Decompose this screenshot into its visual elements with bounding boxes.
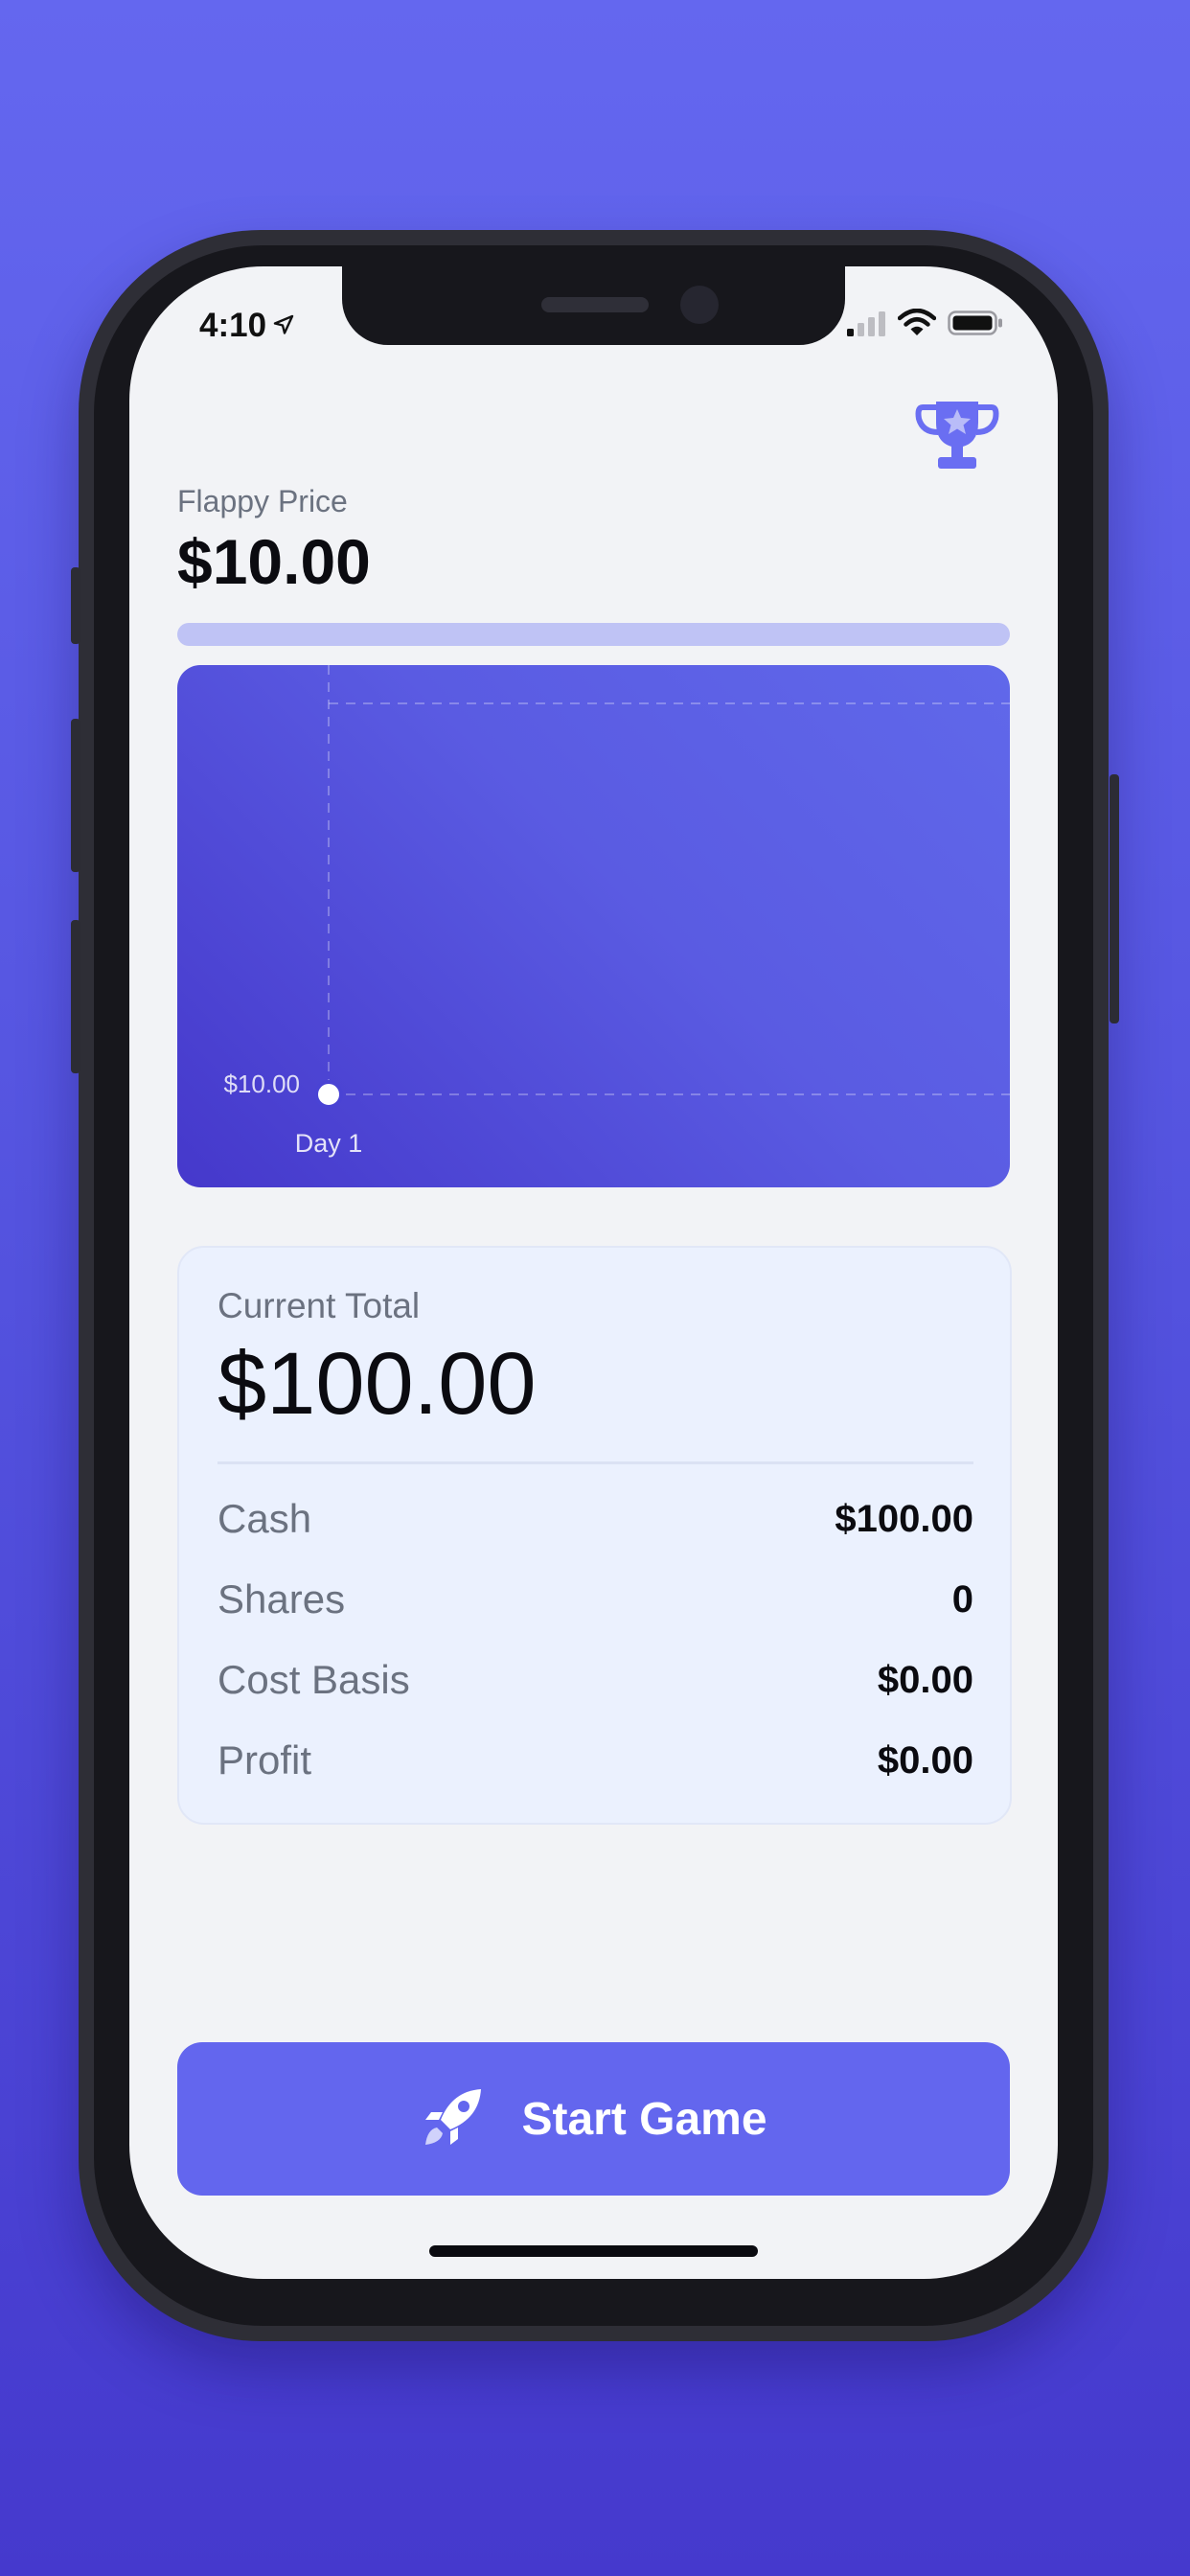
summary-divider (217, 1461, 973, 1464)
profit-label: Profit (217, 1737, 312, 1782)
price-label: Flappy Price (177, 484, 348, 518)
power-button (1110, 774, 1119, 1024)
status-time-group: 4:10 (199, 307, 295, 345)
speaker-grille (541, 297, 649, 312)
price-point (314, 1080, 343, 1109)
current-total-value: $100.00 (217, 1335, 537, 1433)
trophy-icon[interactable] (913, 396, 1001, 477)
cost-basis-label: Cost Basis (217, 1657, 410, 1702)
cost-basis-value: $0.00 (877, 1658, 973, 1701)
volume-up-button (71, 719, 80, 872)
shares-label: Shares (217, 1576, 346, 1622)
volume-down-button (71, 920, 80, 1073)
battery-icon (948, 310, 1003, 341)
portfolio-summary-card: Current Total $100.00 Cash $100.00 Share… (177, 1246, 1012, 1825)
wifi-icon (897, 308, 937, 342)
stat-row-cash: Cash $100.00 (217, 1490, 973, 1548)
cellular-signal-icon (846, 310, 886, 341)
current-total-label: Current Total (217, 1286, 421, 1325)
stat-row-cost-basis: Cost Basis $0.00 (217, 1651, 973, 1709)
price-chart-svg: $10.00 Day 1 (223, 665, 1010, 1158)
x-tick-label: Day 1 (295, 1129, 363, 1158)
status-time: 4:10 (199, 307, 267, 344)
app-screen: 4:10 Flappy Price $10.00 $10.00 Day 1 Cu… (129, 266, 1058, 2279)
shares-value: 0 (951, 1577, 973, 1621)
price-point-label: $10.00 (223, 1070, 300, 1098)
home-indicator (429, 2245, 758, 2257)
notch (342, 266, 845, 345)
progress-bar (177, 623, 1010, 646)
start-game-button[interactable]: Start Game (177, 2042, 1010, 2196)
cash-label: Cash (217, 1496, 312, 1541)
silent-switch (71, 567, 80, 644)
price-value: $10.00 (177, 526, 371, 597)
price-chart: $10.00 Day 1 (177, 665, 1010, 1187)
start-game-label: Start Game (521, 2093, 767, 2145)
stat-row-profit: Profit $0.00 (217, 1732, 973, 1789)
rocket-icon (420, 2083, 487, 2155)
stat-row-shares: Shares 0 (217, 1571, 973, 1628)
status-indicators (846, 308, 1003, 342)
cash-value: $100.00 (835, 1497, 973, 1540)
location-arrow-icon (272, 307, 295, 345)
front-camera (680, 286, 719, 324)
profit-value: $0.00 (877, 1738, 973, 1782)
